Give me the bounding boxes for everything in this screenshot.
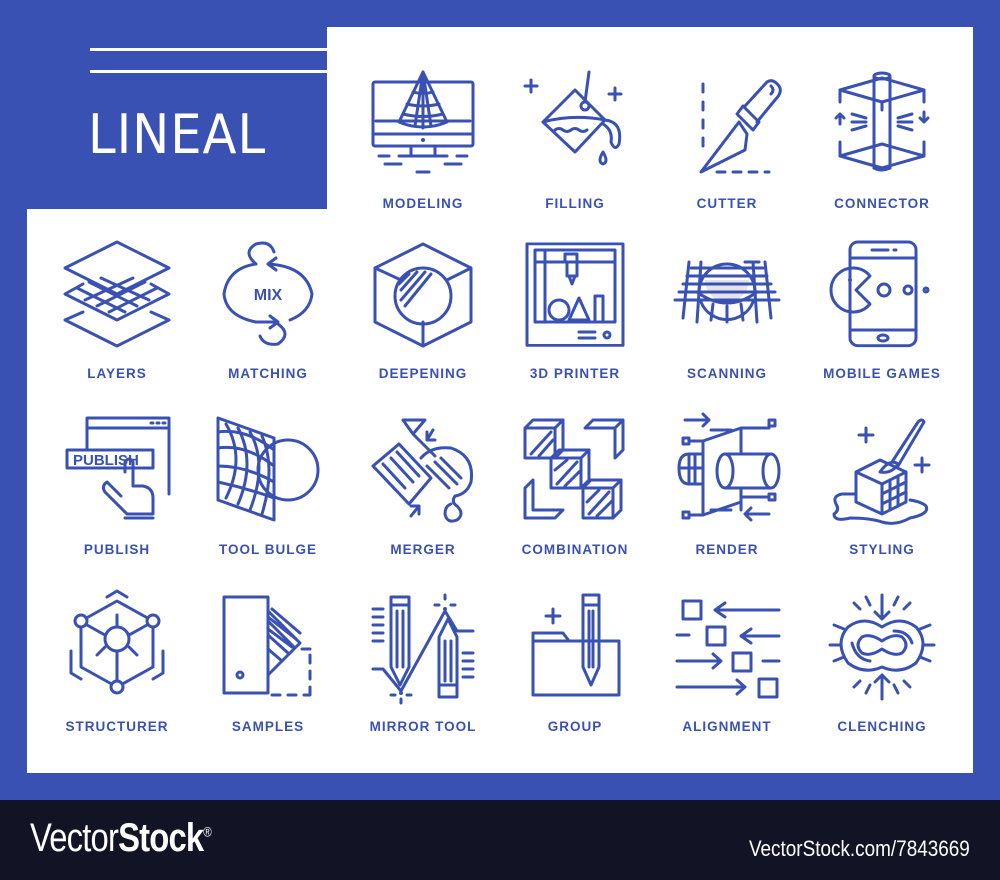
icon-tile-styling: STYLING [807, 418, 957, 588]
image-url[interactable]: VectorStock.com/7843669 [749, 836, 970, 862]
brand-light: Vector [30, 816, 119, 860]
page-title: LINEAL [88, 103, 267, 166]
layers-icon [63, 240, 171, 348]
icon-tile-modeling: MODELING [348, 70, 498, 242]
icon-label: ALIGNMENT [682, 719, 772, 734]
icon-label: CUTTER [696, 196, 758, 211]
connector-icon [834, 71, 930, 172]
group-icon [531, 593, 621, 697]
icon-tile-deepening: DEEPENING [348, 242, 498, 412]
icon-tile-publish: PUBLISH PUBLISH [42, 416, 192, 588]
icon-label: CLENCHING [837, 719, 927, 734]
icon-tile-connector: CONNECTOR [807, 71, 957, 242]
icon-tile-matching: MIX MATCHING [193, 241, 343, 412]
icon-tile-render: RENDER [652, 412, 802, 588]
alignment-icon [675, 599, 781, 699]
registered-mark: ® [203, 823, 211, 840]
tool-bulge-icon [216, 416, 320, 522]
footer-bar: VectorStock® VectorStock.com/7843669 [0, 800, 1000, 880]
icon-label: DEEPENING [378, 366, 468, 381]
icon-label: MOBILE GAMES [823, 366, 941, 381]
icon-tile-filling: FILLING [500, 70, 650, 242]
cutter-icon [699, 79, 782, 174]
icon-tile-samples: SAMPLES [193, 595, 343, 765]
icon-tile-layers: LAYERS [42, 240, 192, 412]
deepening-icon [373, 242, 473, 348]
icon-label: LAYERS [87, 366, 147, 381]
icon-label: GROUP [547, 719, 603, 734]
icon-label: MATCHING [228, 366, 308, 381]
structurer-icon [69, 589, 165, 695]
decorative-line [90, 48, 327, 51]
styling-icon [832, 418, 931, 525]
icon-tile-scanning: SCANNING [652, 242, 802, 412]
samples-icon [222, 595, 312, 697]
icon-tile-3d-printer: 3D PRINTER [500, 242, 650, 412]
clenching-icon [828, 593, 936, 701]
icon-tile-structurer: STRUCTURER [42, 589, 192, 765]
publish-icon: PUBLISH [65, 416, 171, 520]
icon-label: RENDER [695, 542, 759, 557]
icon-tile-mirror-tool: MIRROR TOOL [348, 593, 498, 765]
modeling-icon [371, 70, 475, 174]
icon-label: TOOL BULGE [218, 542, 317, 557]
icon-label: MIRROR TOOL [369, 719, 477, 734]
matching-icon: MIX [222, 241, 314, 346]
icon-label: PUBLISH [83, 542, 151, 557]
icon-label: STRUCTURER [65, 719, 169, 734]
mobile-games-icon [829, 240, 930, 348]
icon-label: STYLING [849, 542, 915, 557]
icon-label: SAMPLES [231, 719, 305, 734]
icon-label: FILLING [545, 196, 605, 211]
render-icon [677, 412, 781, 522]
decorative-line [90, 70, 327, 73]
icon-label: MERGER [390, 542, 456, 557]
3d-printer-icon [525, 242, 625, 347]
icon-tile-group: GROUP [500, 593, 650, 765]
icon-tile-cutter: CUTTER [652, 72, 802, 242]
icon-label: CONNECTOR [834, 196, 930, 211]
icon-tile-clenching: CLENCHING [807, 593, 957, 765]
scanning-icon [673, 260, 781, 324]
icon-tile-mobile-games: MOBILE GAMES [807, 240, 957, 412]
combination-icon [523, 418, 625, 520]
vectorstock-logo[interactable]: VectorStock® [30, 816, 212, 861]
brand-bold: Stock [118, 816, 204, 860]
icon-tile-combination: COMBINATION [500, 418, 650, 588]
icon-label: 3D PRINTER [529, 366, 621, 381]
icon-label: COMBINATION [521, 542, 629, 557]
mix-text: MIX [254, 287, 283, 304]
icon-tile-alignment: ALIGNMENT [652, 595, 802, 765]
filling-icon [523, 70, 623, 166]
mirror-tool-icon [371, 593, 475, 705]
icon-label: MODELING [382, 196, 464, 211]
icon-tile-tool-bulge: TOOL BULGE [193, 416, 343, 588]
icon-label: SCANNING [686, 366, 767, 381]
merger-icon [371, 418, 474, 523]
icon-tile-merger: MERGER [348, 418, 498, 588]
